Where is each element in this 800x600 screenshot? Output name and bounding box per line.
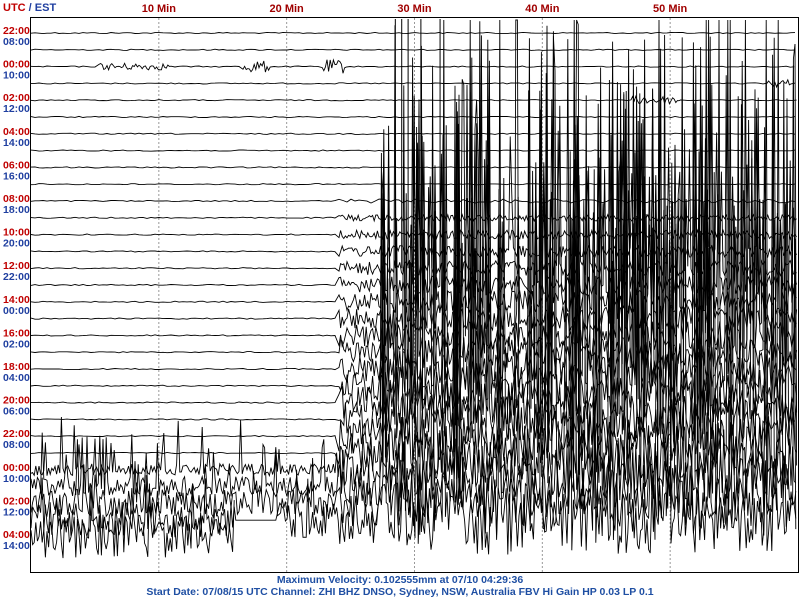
local-hour-label: 14:00 [3, 137, 30, 149]
local-hour-label: 06:00 [3, 406, 30, 418]
local-hour-label: 10:00 [3, 473, 30, 485]
local-hour-label: 22:00 [3, 271, 30, 283]
local-hour-label: 00:00 [3, 305, 30, 317]
x-tick-label: 10 Min [142, 3, 177, 15]
local-hour-label: 12:00 [3, 506, 30, 518]
x-tick-label: 40 Min [525, 3, 560, 15]
local-hour-label: 20:00 [3, 238, 30, 250]
local-label: EST [34, 2, 57, 14]
trace-line-1 [30, 31, 796, 35]
seismic-traces [30, 19, 798, 559]
local-hour-label: 10:00 [3, 70, 30, 82]
helicorder-plot: 10 Min 20 Min 30 Min 40 Min 50 Min 22:00 08:0… [3, 3, 799, 573]
timezone-header: UTC / EST [3, 2, 56, 14]
utc-label: UTC [3, 2, 26, 14]
trace-line-2 [30, 48, 796, 51]
timezone-separator: / [25, 2, 35, 14]
local-hour-label: 08:00 [3, 36, 30, 48]
local-hour-label: 16:00 [3, 170, 30, 182]
x-tick-label: 30 Min [397, 3, 432, 15]
local-hour-label: 04:00 [3, 372, 30, 384]
x-tick-label: 20 Min [270, 3, 305, 15]
local-hour-label: 02:00 [3, 338, 30, 350]
local-hour-label: 18:00 [3, 204, 30, 216]
hour-labels: 22:00 08:00 00:00 10:00 02:00 12:00 04:00 14:00… [3, 25, 30, 552]
minute-tick-labels: 10 Min 20 Min 30 Min 40 Min 50 Min [142, 3, 688, 15]
x-tick-label: 50 Min [653, 3, 688, 15]
start-info-line: Start Date: 07/08/15 UTC Channel: ZHI BH… [146, 586, 654, 598]
local-hour-label: 12:00 [3, 103, 30, 115]
local-hour-label: 14:00 [3, 540, 30, 552]
local-hour-label: 08:00 [3, 439, 30, 451]
max-velocity-line: Maximum Velocity: 0.102555mm at 07/10 04… [276, 574, 524, 586]
